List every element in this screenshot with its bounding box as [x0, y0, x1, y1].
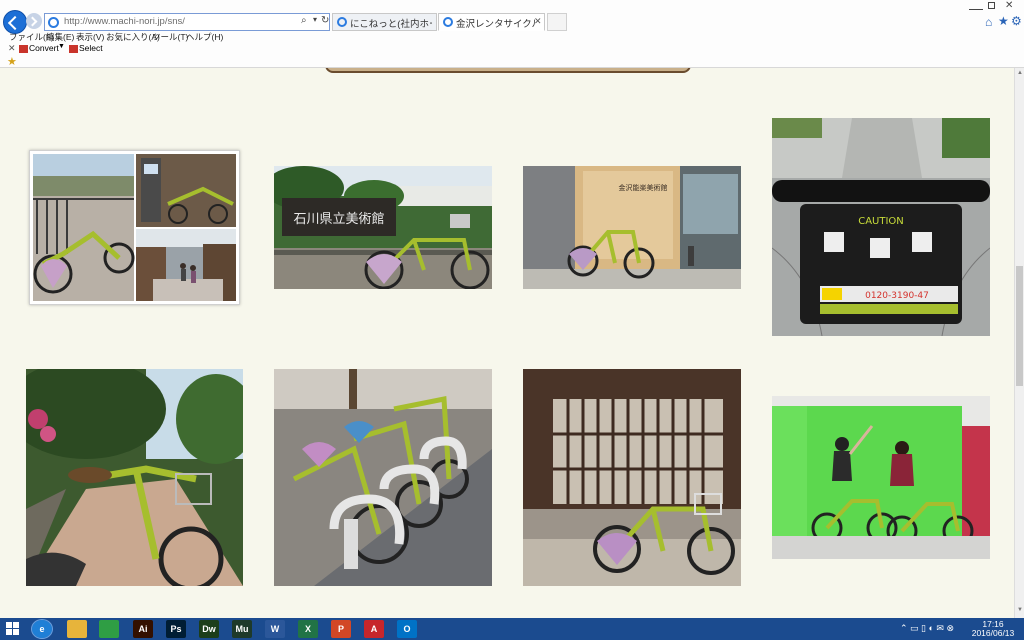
windows-start-icon[interactable] [6, 622, 20, 636]
photo-forest-path[interactable] [26, 369, 243, 586]
powerpoint-icon[interactable]: P [331, 620, 351, 638]
photo-shopfront[interactable]: 金沢能楽美術館 [523, 166, 741, 289]
convert-button[interactable]: Convert [29, 43, 59, 53]
address-url[interactable]: http://www.machi-nori.jp/sns/ [64, 16, 185, 27]
tab-machinori[interactable]: 金沢レンタサイクル「まちのり」|S... ✕ [438, 13, 545, 31]
favorites-star-icon[interactable]: ★ [998, 14, 1009, 28]
photo-green-wall-riders[interactable] [772, 396, 990, 559]
store-icon[interactable] [99, 620, 119, 638]
new-tab-button[interactable] [547, 13, 567, 31]
clock-date: 2016/06/13 [971, 628, 1015, 638]
photo-collage[interactable] [29, 150, 240, 305]
shopfront-sign-text: 金沢能楽美術館 [619, 183, 668, 192]
close-icon[interactable]: ✕ [8, 43, 16, 54]
browser-chrome: http://www.machi-nori.jp/sns/ ⌕ ▾ ↻ にこねっ… [0, 0, 1024, 68]
photo-lattice-window[interactable] [523, 369, 741, 586]
photo-bike-rack[interactable] [274, 369, 492, 586]
add-favorite-star-icon[interactable]: ★ [7, 55, 17, 68]
tab-label: 金沢レンタサイクル「まちのり」|S... [456, 19, 536, 30]
tab-label: にこねっと(社内ホームページ) [350, 19, 432, 30]
taskbar: e Ai Ps Dw Mu W X P A O ⌃ ▭ ▯ ◐ ✉ ⊗ 17:16 2016/06… [0, 618, 1024, 640]
photo-museum-sign[interactable]: 石川県立美術館 [274, 166, 492, 289]
word-icon[interactable]: W [265, 620, 285, 638]
museum-sign-text: 石川県立美術館 [293, 212, 384, 227]
menu-edit[interactable]: 編集(E) [46, 31, 74, 43]
excel-icon[interactable]: X [298, 620, 318, 638]
menu-tools[interactable]: ツール(T) [152, 31, 188, 43]
home-icon[interactable]: ⌂ [985, 15, 992, 29]
chevron-down-icon[interactable]: ▼ [58, 43, 65, 50]
menu-view[interactable]: 表示(V) [76, 31, 104, 43]
photoshop-icon[interactable]: Ps [166, 620, 186, 638]
muse-icon[interactable]: Mu [232, 620, 252, 638]
window-close-icon[interactable]: ✕ [1005, 0, 1013, 11]
close-icon[interactable]: ✕ [534, 16, 542, 27]
header-banner [325, 68, 691, 73]
ie-page-icon [337, 17, 347, 27]
minimize-icon[interactable] [969, 2, 983, 10]
dreamweaver-icon[interactable]: Dw [199, 620, 219, 638]
forward-button[interactable] [26, 13, 42, 29]
acrobat-icon[interactable]: A [364, 620, 384, 638]
scroll-up-icon[interactable]: ▲ [1017, 70, 1023, 76]
scroll-thumb[interactable] [1016, 266, 1023, 386]
menu-bar: ファイル(F) 編集(E) 表示(V) お気に入り(A) ツール(T) ヘルプ(… [0, 31, 1024, 43]
ie-icon[interactable]: e [31, 619, 53, 639]
select-button[interactable]: Select [79, 43, 103, 53]
vertical-scrollbar[interactable]: ▲ ▼ [1014, 68, 1024, 618]
page-icon [48, 17, 59, 28]
address-bar[interactable]: http://www.machi-nori.jp/sns/ ⌕ ▾ ↻ [44, 13, 330, 31]
pdf-select-icon [69, 45, 78, 53]
pdf-convert-icon [19, 45, 28, 53]
illustrator-icon[interactable]: Ai [133, 620, 153, 638]
menu-help[interactable]: ヘルプ(H) [186, 31, 223, 43]
gear-icon[interactable]: ⚙ [1011, 14, 1022, 28]
scroll-down-icon[interactable]: ▼ [1017, 607, 1023, 613]
system-clock[interactable]: 17:16 2016/06/13 [966, 620, 1020, 638]
photo-caution-sign[interactable]: CAUTION 0120-3190-47 [772, 118, 990, 336]
search-icon[interactable]: ⌕ [301, 15, 307, 26]
explorer-icon[interactable] [67, 620, 87, 638]
caution-phone: 0120-3190-47 [865, 291, 929, 301]
tab-company-home[interactable]: にこねっと(社内ホームページ) [332, 13, 437, 31]
ie-page-icon [443, 17, 453, 27]
system-tray-icons[interactable]: ⌃ ▭ ▯ ◐ ✉ ⊗ [900, 623, 954, 634]
outlook-icon[interactable]: O [397, 620, 417, 638]
refresh-icon[interactable]: ↻ [321, 15, 329, 26]
caution-title: CAUTION [858, 216, 904, 227]
chevron-down-icon[interactable]: ▾ [313, 15, 317, 24]
maximize-icon[interactable] [988, 2, 995, 9]
page-content: 石川県立美術館 金沢能楽美術館 CAUTION 0120-3190-47 [0, 68, 1014, 618]
command-bar: ✕ Convert ▼ Select [0, 43, 1024, 55]
